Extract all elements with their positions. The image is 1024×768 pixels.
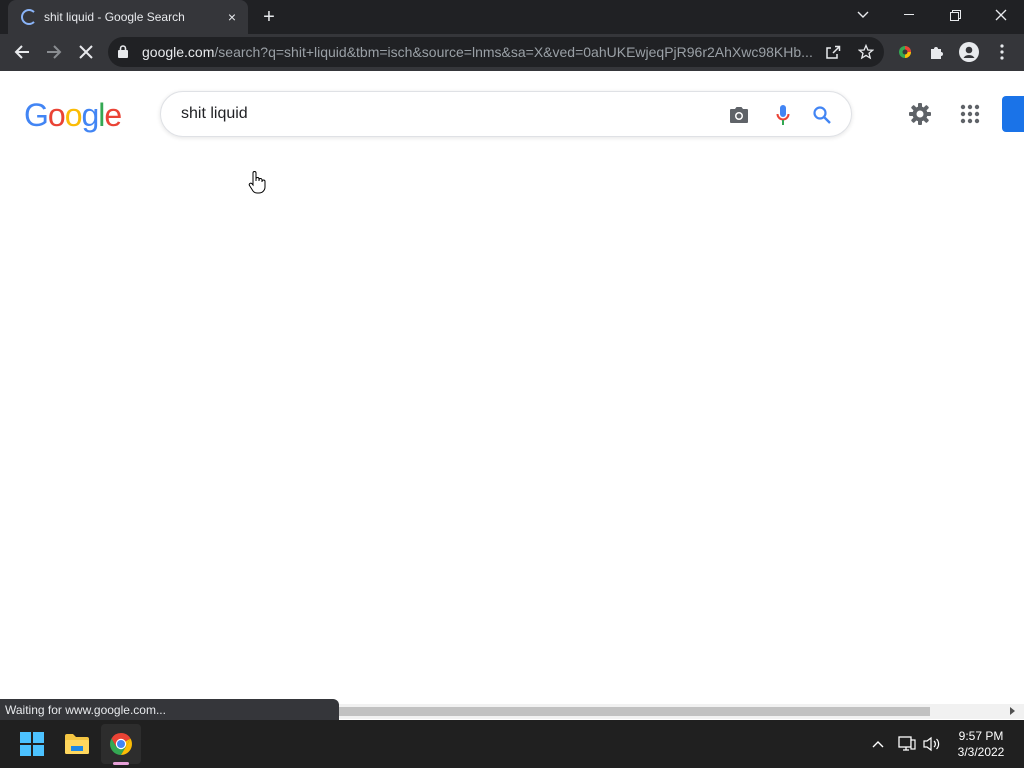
tab-strip: shit liquid - Google Search × + (0, 0, 1024, 34)
stop-loading-button[interactable] (72, 38, 100, 66)
folder-icon (65, 734, 89, 754)
voice-search-button[interactable] (771, 103, 795, 127)
chrome-taskbar-button[interactable] (101, 724, 141, 764)
forward-button[interactable] (40, 38, 68, 66)
volume-button[interactable] (922, 734, 942, 754)
tab-title: shit liquid - Google Search (44, 10, 185, 24)
extension-logo-icon (899, 46, 911, 58)
logo-letter: g (81, 97, 99, 133)
camera-icon (730, 107, 748, 123)
puzzle-icon (931, 47, 943, 59)
horizontal-scrollbar[interactable] (339, 704, 1024, 719)
clock-time: 9:57 PM (958, 729, 1004, 743)
url-path: /search?q=shit+liquid&tbm=isch&source=ln… (214, 44, 813, 60)
arrow-left-icon (14, 45, 29, 59)
star-icon (858, 44, 874, 60)
profile-icon (959, 42, 979, 62)
speaker-icon (923, 736, 940, 752)
arrow-right-icon (47, 45, 62, 59)
search-box[interactable]: shit liquid (160, 91, 852, 137)
scroll-right-arrow-icon[interactable] (1010, 707, 1015, 715)
minimize-icon (904, 14, 914, 15)
network-button[interactable] (897, 734, 917, 754)
browser-toolbar: google.com/search?q=shit+liquid&tbm=isch… (0, 34, 1024, 71)
tab-search-button[interactable] (840, 0, 886, 30)
share-button[interactable] (823, 42, 843, 62)
taskbar-clock[interactable]: 9:57 PM 3/3/2022 (948, 728, 1014, 760)
search-icon (813, 106, 831, 124)
lock-icon (118, 45, 128, 58)
hand-cursor-icon (248, 171, 266, 194)
close-icon (995, 9, 1007, 21)
page-content: Google shit liquid (0, 71, 1024, 720)
file-explorer-button[interactable] (57, 724, 97, 764)
status-text: Waiting for www.google.com... (5, 703, 166, 717)
extensions-button[interactable] (926, 41, 948, 63)
scrollbar-thumb[interactable] (339, 707, 930, 716)
google-logo[interactable]: Google (24, 97, 122, 134)
chrome-icon (110, 733, 132, 755)
logo-letter: e (104, 97, 122, 133)
close-icon (79, 45, 93, 59)
search-input[interactable]: shit liquid (181, 105, 248, 123)
microphone-icon (776, 105, 790, 125)
close-window-button[interactable] (978, 0, 1024, 30)
chevron-up-icon (872, 741, 884, 748)
url-host: google.com (142, 44, 215, 60)
logo-letter: o (64, 97, 83, 133)
tab-close-button[interactable]: × (223, 8, 241, 26)
extension-button[interactable] (894, 41, 916, 63)
restore-icon (949, 9, 961, 21)
taskbar: 9:57 PM 3/3/2022 (0, 720, 1024, 768)
profile-button[interactable] (958, 41, 980, 63)
new-tab-button[interactable]: + (258, 6, 280, 28)
loading-spinner-icon (21, 9, 37, 25)
tab-active[interactable]: shit liquid - Google Search × (8, 0, 248, 34)
status-bubble: Waiting for www.google.com... (0, 699, 339, 720)
active-app-indicator (113, 762, 129, 765)
share-icon (826, 45, 841, 59)
chevron-down-icon (857, 11, 869, 18)
more-vertical-icon (1000, 44, 1004, 60)
search-by-image-button[interactable] (727, 103, 751, 127)
gear-icon (909, 103, 931, 125)
clock-date: 3/3/2022 (957, 745, 1005, 759)
back-button[interactable] (8, 38, 36, 66)
sign-in-button[interactable] (1002, 96, 1024, 132)
bookmark-button[interactable] (856, 42, 876, 62)
show-hidden-icons-button[interactable] (868, 734, 888, 754)
search-button[interactable] (810, 103, 834, 127)
url-text: google.com/search?q=shit+liquid&tbm=isch… (142, 44, 822, 60)
menu-button[interactable] (991, 41, 1013, 63)
google-apps-button[interactable] (958, 102, 982, 126)
windows-logo-icon (20, 732, 44, 756)
network-icon (898, 736, 916, 751)
logo-letter: o (47, 97, 66, 133)
minimize-button[interactable] (886, 0, 932, 30)
settings-button[interactable] (907, 101, 933, 127)
address-bar[interactable]: google.com/search?q=shit+liquid&tbm=isch… (108, 37, 884, 67)
apps-grid-icon (960, 104, 980, 124)
restore-button[interactable] (932, 0, 978, 30)
logo-letter: G (24, 97, 49, 133)
start-button[interactable] (12, 724, 52, 764)
